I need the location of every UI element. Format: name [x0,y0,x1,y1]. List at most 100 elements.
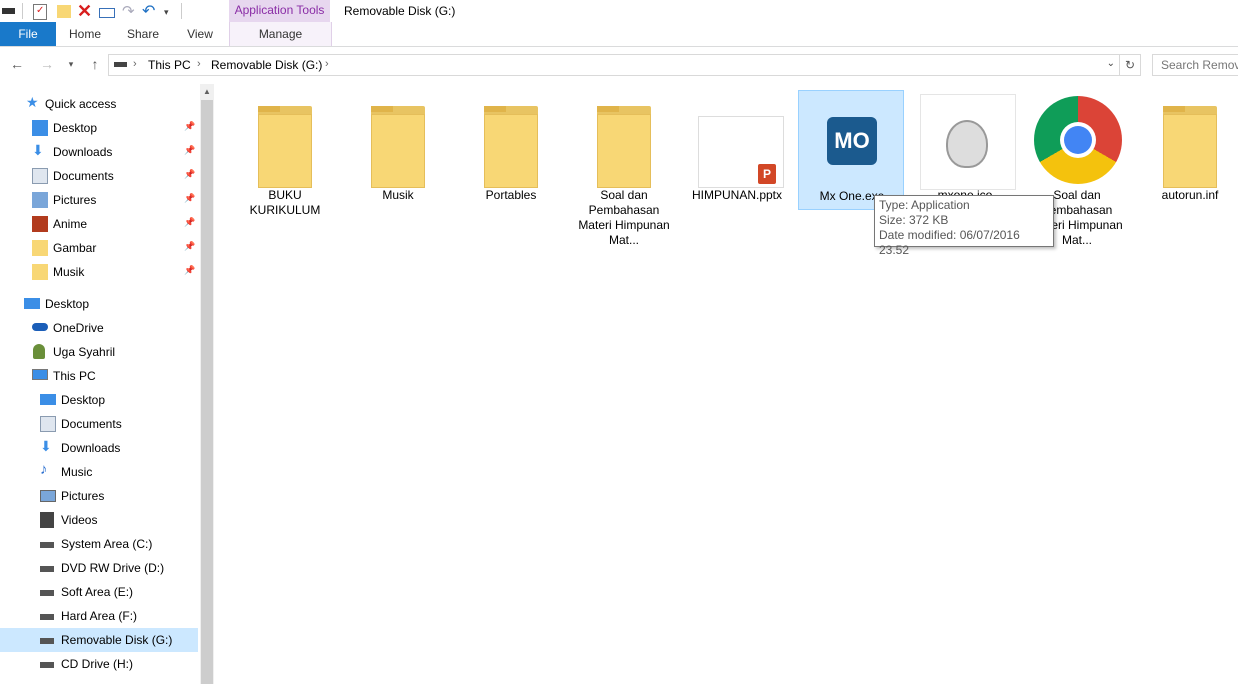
computer-icon [32,369,48,380]
nav-onedrive[interactable]: OneDrive [0,316,198,340]
nav-pc-item[interactable]: Videos [0,508,198,532]
navigation-bar: ← → ▾ ↑ › This PC › Removable Disk (G:) … [0,52,1238,78]
file-item[interactable]: Portables [458,90,564,210]
nav-quick-item[interactable]: Desktop 📌 [0,116,198,140]
pin-icon[interactable]: 📌 [184,241,195,252]
nav-item-label: System Area (C:) [61,537,153,551]
recent-locations-icon[interactable]: ▾ [62,55,80,73]
pin-icon[interactable]: 📌 [184,145,195,156]
desktop-icon [40,394,56,405]
nav-pc-item[interactable]: DVD RW Drive (D:) [0,556,198,580]
pin-icon[interactable]: 📌 [184,121,195,132]
dvd-drive-icon [40,566,54,572]
new-folder-icon[interactable] [57,5,71,18]
tab-home[interactable]: Home [62,22,108,46]
file-item[interactable]: Soal dan Pembahasan Materi Himpunan Mat.… [571,90,677,247]
properties-icon[interactable]: ✓ [33,4,47,20]
user-icon [33,344,45,359]
nav-quick-item[interactable]: Pictures 📌 [0,188,198,212]
nav-quick-access[interactable]: ★ Quick access [0,92,198,116]
folder-icon [466,94,556,190]
file-item[interactable]: P HIMPUNAN.pptx [684,90,790,210]
redo-icon[interactable]: ↷ [122,4,138,20]
file-item[interactable]: Soal dan Pembahasan Materi Himpunan Mat.… [1024,90,1130,247]
tab-manage[interactable]: Manage [229,22,332,46]
drive-icon [2,8,15,14]
address-dropdown-icon[interactable]: ⌄ [1107,58,1115,69]
pin-icon[interactable]: 📌 [184,169,195,180]
desktop-icon [32,120,48,136]
breadcrumb-removable-disk[interactable]: Removable Disk (G:) [211,58,322,72]
file-item[interactable]: mxone.ico [912,90,1018,210]
file-item[interactable]: Musik [345,90,451,210]
scrollbar-thumb[interactable] [201,100,213,684]
tab-share[interactable]: Share [120,22,166,46]
nav-pc-item[interactable]: Soft Area (E:) [0,580,198,604]
pin-icon[interactable]: 📌 [184,265,195,276]
nav-desktop[interactable]: Desktop [0,292,198,316]
nav-quick-item[interactable]: Musik 📌 [0,260,198,284]
delete-icon[interactable]: ✕ [77,2,93,20]
search-input[interactable]: Search Removable Disk (G:) [1152,54,1238,76]
nav-item-label: Hard Area (F:) [61,609,138,623]
nav-pc-item[interactable]: CD Drive (H:) [0,652,198,676]
nav-quick-item[interactable]: ⬇ Downloads 📌 [0,140,198,164]
tab-view[interactable]: View [178,22,222,46]
ribbon-tabs: File Home Share View Manage [0,22,1238,47]
nav-item-label: Documents [53,169,114,183]
nav-item-label: Downloads [61,441,121,455]
nav-quick-item[interactable]: Gambar 📌 [0,236,198,260]
refresh-icon[interactable]: ↻ [1120,54,1141,76]
nav-item-label: Soft Area (E:) [61,585,134,599]
nav-scrollbar[interactable]: ▲ [200,84,214,684]
nav-item-label: Musik [53,265,85,279]
nav-pc-item[interactable]: ⬇ Downloads [0,436,198,460]
tab-file[interactable]: File [0,22,56,46]
pictures-icon [40,490,56,502]
application-tools-context-label: Application Tools [229,0,330,22]
nav-user[interactable]: Uga Syahril [0,340,198,364]
breadcrumb-this-pc[interactable]: This PC [148,58,191,72]
documents-icon [40,416,56,432]
breadcrumb-separator-icon: › [133,58,137,70]
navigation-pane: ★ Quick access Desktop OneDrive Uga Syah… [0,84,214,684]
nav-pc-item[interactable]: Desktop [0,388,198,412]
file-item[interactable]: MO Mx One.exe [798,90,904,210]
breadcrumb-separator-icon: › [325,58,329,70]
nav-this-pc[interactable]: This PC [0,364,198,388]
nav-item-label: Videos [61,513,98,527]
nav-quick-item[interactable]: Documents 📌 [0,164,198,188]
up-arrow-icon[interactable]: ↑ [86,55,104,73]
file-name: BUKU KURIKULUM [249,188,321,217]
breadcrumb-separator-icon: › [197,58,201,70]
nav-item-label: Desktop [53,121,98,135]
pin-icon[interactable]: 📌 [184,217,195,228]
undo-icon[interactable]: ↶ [142,4,158,20]
nav-pc-item[interactable]: ♪ Music [0,460,198,484]
nav-pc-item[interactable]: Removable Disk (G:) [0,628,198,652]
nav-pc-item[interactable]: System Area (C:) [0,532,198,556]
back-arrow-icon[interactable]: ← [8,55,26,73]
nav-quick-item[interactable]: Anime 📌 [0,212,198,236]
nav-item-label: Downloads [53,145,113,159]
file-item[interactable]: BUKU KURIKULUM [232,90,338,217]
pin-icon[interactable]: 📌 [184,193,195,204]
nav-item-label: Pictures [61,489,105,503]
pptx-thumbnail-icon: P [692,94,784,190]
file-name: autorun.inf [1161,188,1219,202]
nav-item-label: CD Drive (H:) [61,657,133,671]
file-item[interactable]: autorun.inf [1137,90,1238,210]
folder-icon [240,94,330,190]
nav-pc-item[interactable]: Hard Area (F:) [0,604,198,628]
folder-icon [579,94,669,190]
scroll-up-icon[interactable]: ▲ [200,84,214,100]
nav-pc-item[interactable]: Documents [0,412,198,436]
forward-arrow-icon[interactable]: → [38,55,56,73]
mx-one-app-icon: MO [807,95,897,191]
customize-toolbar-icon[interactable]: ▾ [164,4,180,20]
address-bar[interactable]: › This PC › Removable Disk (G:) › ⌄ [108,54,1120,76]
folder-icon [32,264,48,280]
nav-pc-item[interactable]: Pictures [0,484,198,508]
rename-icon[interactable] [99,8,115,18]
tooltip-date: Date modified: 06/07/2016 23.52 [879,228,1020,257]
